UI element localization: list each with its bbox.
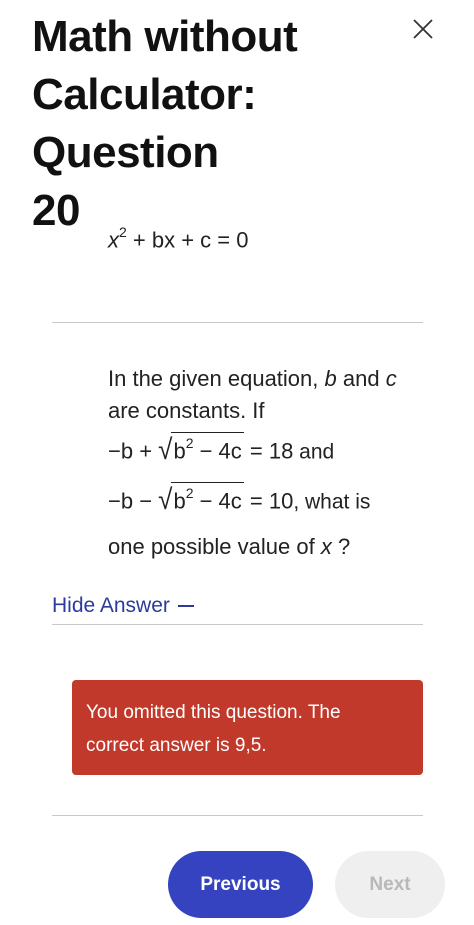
divider-top	[52, 322, 423, 323]
question-line1-text: In the given equation,	[108, 366, 325, 391]
sqrt-icon: √	[158, 432, 173, 466]
hide-answer-label: Hide Answer	[52, 594, 170, 617]
eq1-left: −b +	[108, 438, 159, 464]
page-title: Math without Calculator: Question 20	[32, 8, 452, 240]
question-line5-text: one possible value of	[108, 534, 321, 559]
close-button[interactable]	[408, 14, 438, 44]
equation-exponent: 2	[119, 224, 127, 240]
divider-bottom	[52, 815, 423, 816]
previous-button[interactable]: Previous	[168, 851, 313, 918]
minus-icon	[177, 605, 194, 608]
eq2-sqrt-exp: 2	[185, 485, 194, 501]
var-c: c	[385, 366, 397, 391]
title-line-3: 20	[32, 186, 80, 235]
eq1-sqrt-b: b	[173, 438, 186, 464]
var-x: x	[320, 534, 332, 559]
and-text: and	[336, 366, 386, 391]
question-equation-1: −b + √b2 − 4c = 18 and	[108, 432, 335, 466]
hide-answer-toggle[interactable]: Hide Answer	[52, 594, 194, 618]
eq1-sqrt-exp: 2	[185, 435, 194, 451]
question-line-1: In the given equation, b and c	[108, 366, 397, 392]
answer-line-1: You omitted this question. The	[86, 702, 341, 723]
eq2-radicand: b2 − 4c	[171, 482, 244, 514]
var-b: b	[324, 366, 337, 391]
question-line-2: are constants. If	[108, 398, 265, 424]
sqrt-icon: √	[158, 482, 173, 516]
eq1-right: = 18	[243, 438, 294, 464]
eq1-sqrt-rest: − 4c	[193, 438, 242, 464]
title-line-2: Calculator: Question	[32, 70, 257, 177]
eq2-sqrt-rest: − 4c	[193, 488, 242, 514]
eq2-tail: , what is	[293, 490, 371, 514]
answer-line-2: correct answer is 9,5.	[86, 735, 267, 756]
title-line-1: Math without	[32, 12, 298, 61]
eq1-and: and	[293, 440, 335, 464]
next-button[interactable]: Next	[335, 851, 445, 918]
equation-rest: + bx + c = 0	[126, 227, 249, 253]
answer-alert: You omitted this question. The correct a…	[72, 680, 423, 775]
eq2-sqrt: √b2 − 4c	[158, 482, 244, 516]
question-mark: ?	[331, 534, 351, 559]
question-line2-text: are constants. If	[108, 398, 265, 423]
eq2-left: −b −	[108, 488, 159, 514]
eq1-radicand: b2 − 4c	[171, 432, 244, 464]
close-icon	[413, 19, 433, 39]
eq2-sqrt-b: b	[173, 488, 186, 514]
question-line-5: one possible value of x ?	[108, 534, 350, 560]
eq2-right: = 10	[243, 488, 294, 514]
given-equation: x2 + bx + c = 0	[108, 224, 249, 253]
question-equation-2: −b − √b2 − 4c = 10, what is	[108, 482, 371, 516]
eq1-sqrt: √b2 − 4c	[158, 432, 244, 466]
equation-x: x	[108, 227, 119, 253]
divider-answer	[52, 624, 423, 625]
